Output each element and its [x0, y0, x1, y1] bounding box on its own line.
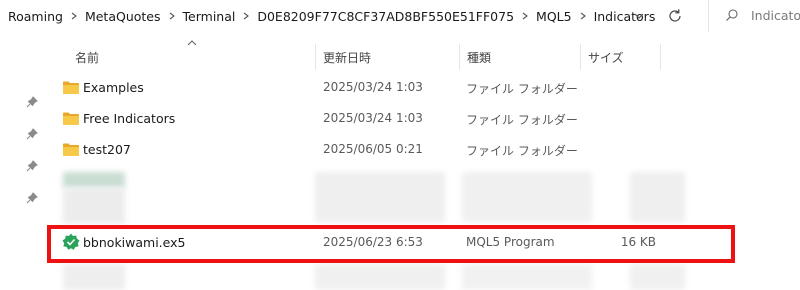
folder-icon [63, 81, 79, 94]
column-header-size[interactable]: サイズ [588, 49, 624, 66]
file-name: Free Indicators [83, 111, 176, 126]
refresh-icon[interactable] [665, 6, 685, 26]
file-row-examples[interactable]: Examples 2025/03/24 1:03 ファイル フォルダー [52, 74, 732, 102]
file-date: 2025/03/24 1:03 [323, 111, 423, 125]
highlight-box [47, 225, 735, 263]
blurred-region [462, 264, 592, 290]
file-row-free-indicators[interactable]: Free Indicators 2025/03/24 1:03 ファイル フォル… [52, 105, 732, 133]
breadcrumb-mql5[interactable]: MQL5 [536, 9, 572, 24]
folder-icon [63, 143, 79, 156]
blurred-region [630, 264, 685, 290]
pin-icon[interactable] [26, 128, 38, 140]
blurred-region [315, 264, 445, 290]
blurred-region [63, 264, 125, 290]
breadcrumb-indicators[interactable]: Indicators [594, 9, 656, 24]
chevron-right-icon[interactable] [161, 12, 183, 20]
file-type: ファイル フォルダー [466, 113, 578, 127]
chevron-right-icon[interactable] [572, 12, 594, 20]
address-bar[interactable]: Roaming MetaQuotes Terminal D0E8209F77C8… [0, 0, 800, 32]
file-date: 2025/03/24 1:03 [323, 80, 423, 94]
blurred-region [315, 172, 445, 222]
pin-icon[interactable] [26, 192, 38, 204]
folder-icon [63, 112, 79, 125]
column-header-date[interactable]: 更新日時 [323, 49, 371, 66]
chevron-right-icon[interactable] [514, 12, 536, 20]
blurred-region [63, 188, 125, 224]
chevron-down-icon[interactable] [632, 9, 646, 23]
sort-ascending-icon [187, 40, 197, 46]
search-input[interactable]: Indicators [751, 8, 800, 23]
pin-icon[interactable] [26, 96, 38, 108]
blurred-region [63, 172, 125, 188]
breadcrumb: Roaming MetaQuotes Terminal D0E8209F77C8… [8, 0, 655, 32]
column-divider[interactable] [660, 44, 661, 70]
breadcrumb-terminal[interactable]: Terminal [183, 9, 236, 24]
column-header-name[interactable]: 名前 [75, 49, 99, 66]
chevron-right-icon[interactable] [235, 12, 257, 20]
search-box[interactable]: Indicators [708, 0, 800, 32]
file-date: 2025/06/05 0:21 [323, 142, 423, 156]
file-type: ファイル フォルダー [466, 82, 578, 96]
file-name: Examples [83, 80, 144, 95]
breadcrumb-roaming[interactable]: Roaming [8, 9, 63, 24]
file-row-test207[interactable]: test207 2025/06/05 0:21 ファイル フォルダー [52, 136, 732, 164]
search-icon [726, 9, 738, 21]
file-type: ファイル フォルダー [466, 144, 578, 158]
blurred-region [630, 172, 685, 222]
column-header-type[interactable]: 種類 [467, 49, 491, 66]
breadcrumb-terminal-id[interactable]: D0E8209F77C8CF37AD8BF550E51FF075 [257, 9, 514, 24]
file-name: test207 [83, 142, 131, 157]
column-divider[interactable] [459, 44, 460, 70]
blurred-region [462, 172, 592, 222]
pin-icon[interactable] [26, 160, 38, 172]
column-divider[interactable] [315, 44, 316, 70]
breadcrumb-metaquotes[interactable]: MetaQuotes [85, 9, 161, 24]
chevron-right-icon[interactable] [63, 12, 85, 20]
column-divider[interactable] [580, 44, 581, 70]
